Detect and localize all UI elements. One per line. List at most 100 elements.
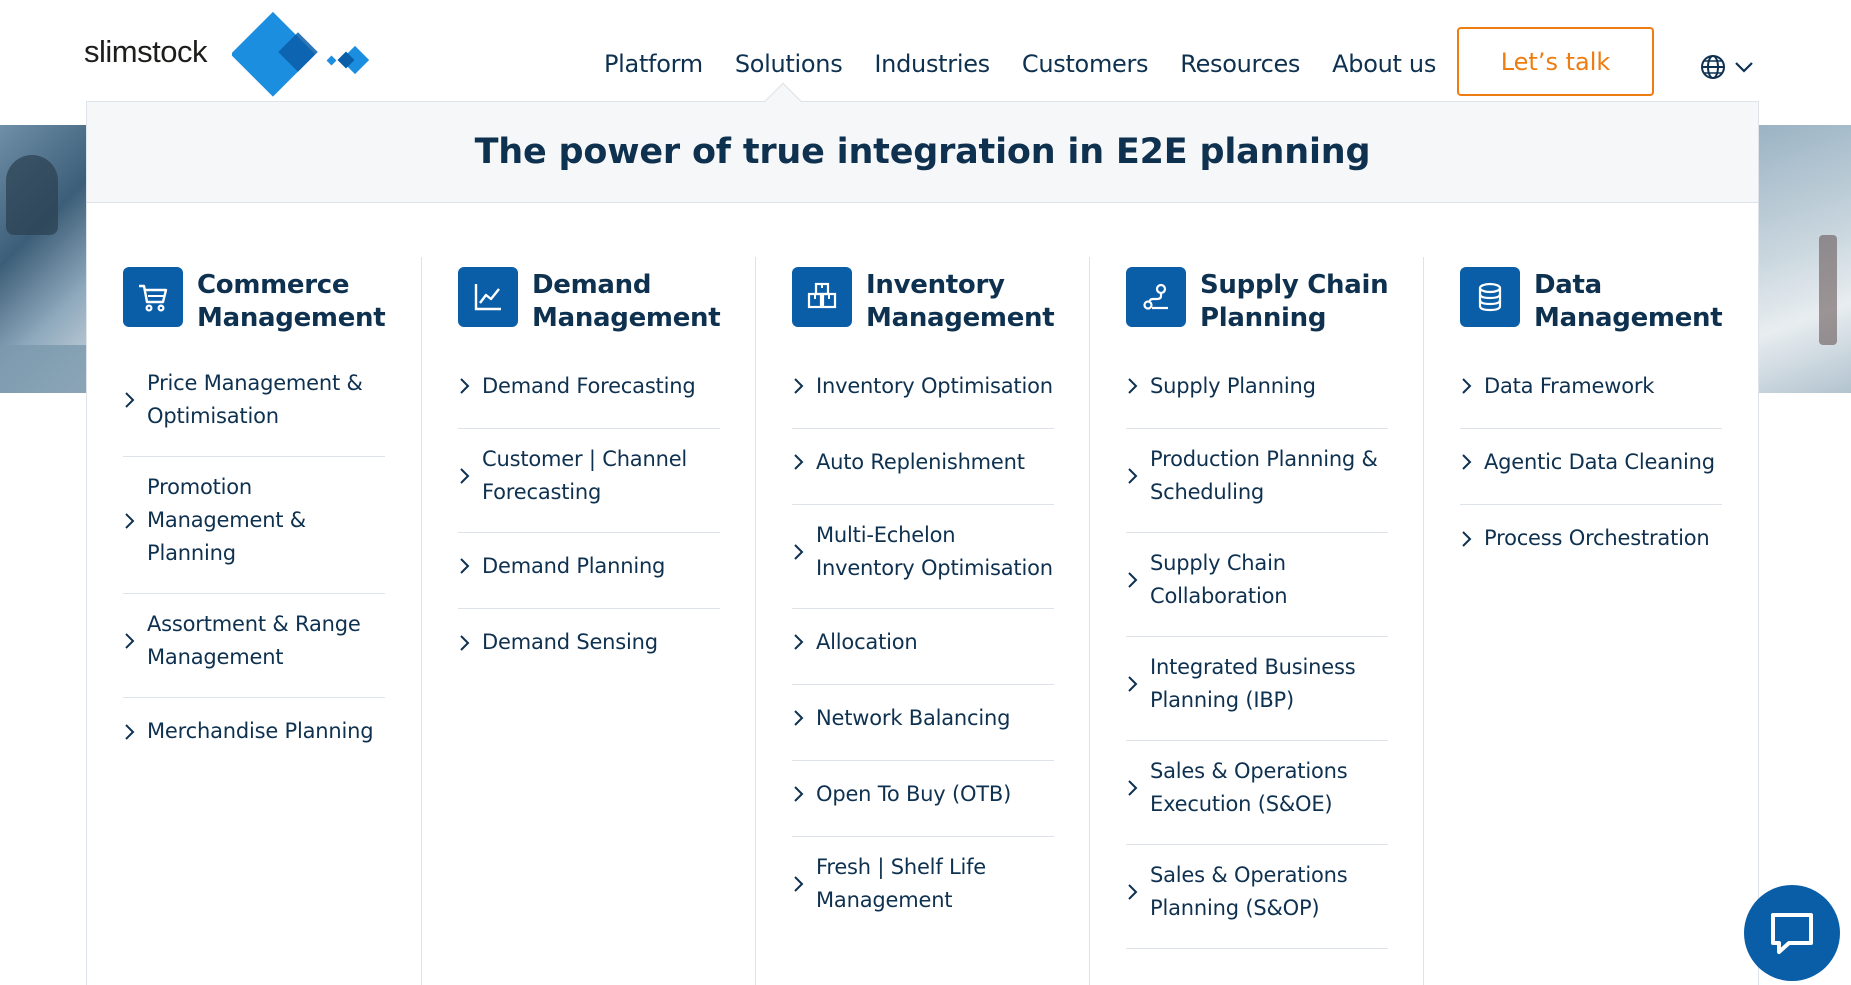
menu-item-label: Promotion Management & Planning: [147, 475, 306, 565]
nav-industries[interactable]: Industries: [874, 50, 990, 78]
menu-item-label: Sales & Operations Planning (S&OP): [1150, 863, 1348, 920]
column-title: Inventory Management: [866, 270, 1055, 333]
column-items: Demand Forecasting Customer | Channel Fo…: [458, 353, 720, 685]
menu-item-label: Merchandise Planning: [147, 719, 374, 743]
menu-item[interactable]: Customer | Channel Forecasting: [458, 429, 720, 533]
nav-resources[interactable]: Resources: [1180, 50, 1300, 78]
column-items: Supply Planning Production Planning & Sc…: [1126, 353, 1388, 949]
chevron-right-icon: [460, 378, 470, 394]
menu-item-label: Production Planning & Scheduling: [1150, 447, 1378, 504]
chevron-right-icon: [1128, 884, 1138, 900]
logo-diamonds-icon: [232, 11, 370, 97]
menu-item-label: Demand Planning: [482, 553, 666, 578]
nav-solutions[interactable]: Solutions: [735, 50, 843, 78]
slimstock-logo[interactable]: slimstock: [84, 10, 394, 100]
main-nav: Platform Solutions Industries Customers …: [604, 44, 1436, 84]
menu-item[interactable]: Multi-Echelon Inventory Optimisation: [792, 505, 1054, 609]
column-title: Data Management: [1534, 270, 1723, 333]
chat-launcher-button[interactable]: [1744, 885, 1840, 981]
chevron-right-icon: [794, 454, 804, 470]
column-inventory-management: Inventory Management Inventory Optimisat…: [756, 257, 1089, 985]
menu-item[interactable]: Production Planning & Scheduling: [1126, 429, 1388, 533]
menu-item-label: Demand Forecasting: [482, 373, 696, 398]
menu-item-label: Customer | Channel Forecasting: [482, 447, 688, 504]
nav-about-us[interactable]: About us: [1332, 50, 1436, 78]
language-selector[interactable]: [1700, 50, 1762, 84]
column-title: Supply Chain Planning: [1200, 270, 1389, 333]
menu-item-label: Allocation: [816, 629, 918, 654]
column-heading[interactable]: Supply Chain Planning: [1126, 267, 1400, 335]
chevron-right-icon: [1128, 780, 1138, 796]
menu-item-label: Auto Replenishment: [816, 449, 1025, 474]
chevron-right-icon: [1462, 378, 1472, 394]
column-title: Demand Management: [532, 270, 721, 333]
menu-item-label: Demand Sensing: [482, 630, 658, 654]
chevron-down-icon: [1735, 62, 1753, 73]
menu-item[interactable]: Sales & Operations Planning (S&OP): [1126, 845, 1388, 949]
menu-item[interactable]: Demand Sensing: [458, 609, 720, 685]
menu-item-label: Open To Buy (OTB): [816, 781, 1012, 806]
menu-item-label: Agentic Data Cleaning: [1484, 449, 1715, 474]
chevron-right-icon: [125, 633, 135, 649]
menu-item[interactable]: Supply Chain Collaboration: [1126, 533, 1388, 637]
chevron-right-icon: [460, 558, 470, 574]
hero-desk-shape: [0, 345, 86, 393]
column-title: Commerce Management: [197, 270, 386, 333]
hero-image-right: [1759, 125, 1851, 393]
menu-item[interactable]: Fresh | Shelf Life Management: [792, 837, 1054, 940]
menu-item[interactable]: Agentic Data Cleaning: [1460, 429, 1722, 505]
menu-item[interactable]: Open To Buy (OTB): [792, 761, 1054, 837]
menu-item[interactable]: Demand Forecasting: [458, 353, 720, 429]
menu-item[interactable]: Merchandise Planning: [123, 698, 385, 774]
menu-item[interactable]: Demand Planning: [458, 533, 720, 609]
nav-platform[interactable]: Platform: [604, 50, 703, 78]
menu-item[interactable]: Auto Replenishment: [792, 429, 1054, 505]
column-supply-chain-planning: Supply Chain Planning Supply Planning Pr…: [1090, 257, 1423, 985]
column-heading[interactable]: Inventory Management: [792, 267, 1066, 335]
column-heading[interactable]: Data Management: [1460, 267, 1734, 335]
chat-bubble-icon: [1771, 913, 1813, 954]
hero-image-left: [0, 125, 86, 393]
menu-item[interactable]: Supply Planning: [1126, 353, 1388, 429]
column-items: Data Framework Agentic Data Cleaning Pro…: [1460, 353, 1722, 581]
menu-item-label: Fresh | Shelf Life Management: [816, 855, 987, 912]
chevron-right-icon: [794, 876, 804, 892]
solutions-mega-menu: The power of true integration in E2E pla…: [86, 101, 1759, 985]
menu-item-label: Supply Chain Collaboration: [1150, 551, 1288, 608]
column-heading[interactable]: Demand Management: [458, 267, 732, 335]
column-commerce-management: Commerce Management Price Management & O…: [87, 257, 420, 985]
column-data-management: Data Management Data Framework Agentic D…: [1424, 257, 1757, 985]
menu-item-label: Supply Planning: [1150, 373, 1316, 398]
chevron-right-icon: [1128, 572, 1138, 588]
chevron-right-icon: [125, 392, 135, 408]
hero-person-shape: [6, 155, 58, 235]
menu-item-label: Sales & Operations Execution (S&OE): [1150, 759, 1348, 816]
mega-menu-title: The power of true integration in E2E pla…: [474, 132, 1371, 172]
menu-item[interactable]: Price Management & Optimisation: [123, 353, 385, 457]
menu-item[interactable]: Allocation: [792, 609, 1054, 685]
menu-item[interactable]: Sales & Operations Execution (S&OE): [1126, 741, 1388, 845]
menu-item[interactable]: Integrated Business Planning (IBP): [1126, 637, 1388, 741]
menu-item[interactable]: Assortment & Range Management: [123, 594, 385, 698]
chevron-right-icon: [460, 634, 470, 651]
logo-wordmark: slimstock: [84, 34, 207, 69]
chevron-right-icon: [794, 378, 804, 394]
mega-menu-header: The power of true integration in E2E pla…: [87, 102, 1758, 203]
column-demand-management: Demand Management Demand Forecasting Cus…: [422, 257, 755, 985]
chevron-right-icon: [1128, 378, 1138, 394]
menu-item[interactable]: Promotion Management & Planning: [123, 457, 385, 594]
menu-item-label: Inventory Optimisation: [816, 373, 1053, 398]
menu-item-label: Price Management & Optimisation: [147, 371, 363, 428]
menu-item[interactable]: Inventory Optimisation: [792, 353, 1054, 429]
menu-item[interactable]: Data Framework: [1460, 353, 1722, 429]
chevron-right-icon: [794, 786, 804, 802]
menu-item[interactable]: Network Balancing: [792, 685, 1054, 761]
menu-item-label: Data Framework: [1484, 373, 1655, 398]
menu-item[interactable]: Process Orchestration: [1460, 505, 1722, 581]
nav-customers[interactable]: Customers: [1022, 50, 1149, 78]
chevron-right-icon: [1128, 676, 1138, 692]
lets-talk-button[interactable]: Let’s talk: [1457, 27, 1654, 96]
menu-item-label: Process Orchestration: [1484, 526, 1710, 550]
column-heading[interactable]: Commerce Management: [123, 267, 397, 335]
database-icon: [1478, 282, 1502, 312]
